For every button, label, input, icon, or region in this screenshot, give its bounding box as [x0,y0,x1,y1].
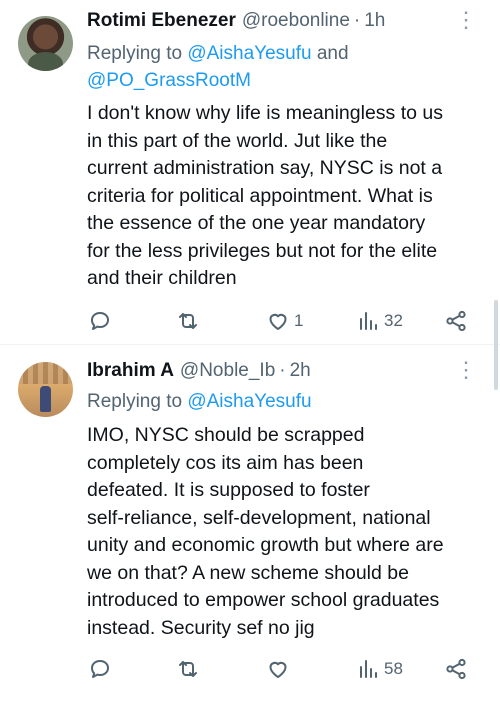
tweet-text-line: and their children [87,267,237,289]
separator-dot: · [279,360,286,381]
tweet-text-line: introduced to empower school graduates [87,589,440,611]
reply-icon [91,660,109,678]
tweet-text-line: criteria for political appointment. What… [87,184,433,207]
tweet-text-line: completely cos its aim has been [87,451,364,474]
retweet-button[interactable] [176,654,200,684]
share-button[interactable] [444,654,468,684]
replying-label: Replying to [87,43,188,64]
timestamp[interactable]: 2h [290,360,311,382]
reply-icon [91,312,109,330]
tweet-text-line: I don't know why life is meaningless to … [87,102,443,124]
tweet-text-line: for the less privileges but not for the … [87,239,438,262]
reply-button[interactable] [88,306,112,336]
tweet-text-line: the essence of the one year mandatory [87,212,426,234]
tweet-text-line: we on that? A new scheme should be [87,561,409,584]
retweet-button[interactable] [176,306,200,336]
avatar[interactable] [18,362,73,417]
display-name[interactable]: Rotimi Ebenezer [87,10,236,32]
separator-dot: · [353,10,361,31]
share-icon [446,658,466,680]
replying-to: Replying to @AishaYesufu [87,388,312,415]
display-name[interactable]: Ibrahim A [87,360,174,382]
mention-link[interactable]: @AishaYesufu [187,391,311,412]
heart-icon [269,313,287,330]
tweet-text-line: current administration say, NYSC is not … [87,157,443,179]
tweet-text-line: defeated. It is supposed to foster [87,479,370,501]
views-count: 58 [384,659,403,678]
tweet-header: Rotimi Ebenezer @roebonline · 1h [87,10,385,36]
replying-and: and [311,43,349,64]
tweet-text: I don't know why life is meaningless to … [87,100,487,293]
replying-label: Replying to [87,391,188,412]
views-button[interactable]: 32 [356,306,403,336]
tweet-text: IMO, NYSC should be scrapped completely … [87,422,487,642]
reply-button[interactable] [88,654,112,684]
retweet-icon [179,313,197,329]
avatar[interactable] [18,16,73,71]
views-chart-icon [360,660,377,678]
tweet-text-line: instead. Security sef no jig [87,616,315,639]
tweet-text-line: self-reliance, self-development, nationa… [87,506,431,529]
like-button[interactable] [266,654,290,684]
more-options-icon[interactable]: ⋮ [455,9,477,38]
tweet-actions: 58 [88,654,473,684]
tweet-actions: 1 32 [88,306,473,336]
tweet-text-line: unity and economic growth but where are [87,534,444,556]
heart-icon [269,661,287,678]
tweet-text-line: in this part of the world. Jut like the [87,129,388,152]
mention-link[interactable]: @AishaYesufu [187,43,311,64]
like-count: 1 [294,311,304,330]
timestamp[interactable]: 1h [364,10,385,32]
like-button[interactable]: 1 [266,306,303,336]
views-button[interactable]: 58 [356,654,403,684]
views-count: 32 [384,311,403,330]
replying-to: Replying to @AishaYesufu and @PO_GrassRo… [87,40,349,94]
user-handle[interactable]: @Noble_Ib [180,360,275,382]
user-handle[interactable]: @roebonline [242,10,350,32]
views-chart-icon [360,312,377,330]
mention-link[interactable]: @PO_GrassRootM [87,70,251,91]
retweet-icon [179,661,197,677]
tweet-header: Ibrahim A @Noble_Ib · 2h [87,360,311,386]
share-icon [446,310,466,332]
more-options-icon[interactable]: ⋮ [455,359,477,388]
tweet-text-line: IMO, NYSC should be scrapped [87,424,365,446]
share-button[interactable] [444,306,468,336]
